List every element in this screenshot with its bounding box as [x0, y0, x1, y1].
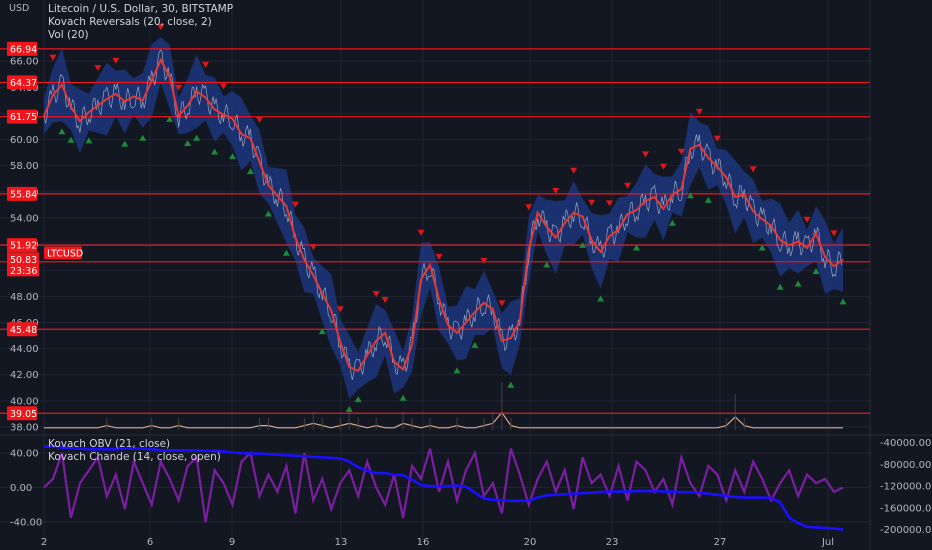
reversal-up-marker	[668, 219, 676, 226]
reversal-down-marker	[570, 167, 578, 174]
reversal-down-marker	[830, 230, 838, 237]
y-tick-label: 40.00	[10, 448, 39, 459]
symbol-tag: LTCUSD	[47, 248, 83, 259]
y-tick-label: -40.00	[10, 518, 42, 529]
reversal-up-marker	[839, 298, 847, 305]
x-tick-label: Jul	[821, 537, 834, 548]
reversal-up-marker	[507, 381, 515, 388]
reversal-up-marker	[471, 341, 479, 348]
reversal-up-marker	[704, 196, 712, 203]
reversal-down-marker	[417, 229, 425, 236]
countdown: 23:36	[10, 266, 37, 277]
x-tick-label: 20	[524, 537, 537, 548]
reversal-up-marker	[121, 140, 129, 147]
reversal-down-marker	[749, 166, 757, 173]
reversal-down-marker	[803, 216, 811, 223]
y-tick-label: 42.00	[10, 370, 39, 381]
reversal-down-marker	[435, 253, 443, 260]
reversal-up-marker	[229, 153, 237, 160]
level-tag: 39.05	[10, 409, 37, 420]
volume-bars	[44, 382, 843, 430]
level-tag: 64.37	[10, 78, 37, 89]
reversal-down-marker	[381, 297, 389, 304]
reversal-down-marker	[498, 300, 506, 307]
level-tag: 61.75	[10, 112, 37, 123]
right-tick-label: -200000.00	[880, 525, 932, 536]
reversal-down-marker	[94, 65, 102, 72]
x-tick-label: 6	[147, 537, 153, 548]
reversal-up-marker	[211, 148, 219, 155]
reversal-up-marker	[345, 405, 353, 412]
trading-chart[interactable]: 38.0040.0042.0044.0046.0048.0050.0052.00…	[0, 0, 932, 550]
right-tick-label: -80000.00	[880, 460, 931, 471]
y-tick-label: 60.00	[10, 135, 39, 146]
indicator-volume: Vol (20)	[48, 29, 89, 41]
y-tick-label: 0.00	[10, 483, 32, 494]
reversal-down-marker	[641, 151, 649, 158]
reversal-up-marker	[184, 140, 192, 146]
current-price: 50.83	[10, 255, 37, 266]
chart-title: Litecoin / U.S. Dollar, 30, BITSTAMP	[48, 3, 234, 15]
x-tick-label: 9	[229, 537, 235, 548]
currency-label: USD	[9, 3, 30, 14]
reversal-up-marker	[794, 280, 802, 287]
reversal-down-marker	[255, 116, 263, 123]
y-tick-label: 44.00	[10, 344, 39, 355]
volume-ma-line	[44, 411, 843, 429]
y-tick-label: 40.00	[10, 396, 39, 407]
indicator-chande: Kovach Chande (14, close, open)	[48, 451, 221, 463]
reversal-down-marker	[220, 83, 228, 90]
x-tick-label: 13	[335, 537, 348, 548]
reversal-up-marker	[282, 249, 290, 256]
reversal-up-marker	[453, 367, 461, 374]
pane-legend: Kovach OBV (21, close) Kovach Chande (14…	[48, 438, 221, 464]
x-tick-label: 23	[606, 537, 619, 548]
reversal-up-marker	[776, 283, 784, 290]
reversal-up-marker	[399, 394, 407, 401]
reversal-up-marker	[85, 137, 93, 144]
indicator-reversals: Kovach Reversals (20, close, 2)	[48, 16, 212, 28]
reversal-down-marker	[552, 187, 560, 194]
reversal-down-marker	[659, 163, 667, 170]
reversal-down-marker	[480, 257, 488, 264]
reversal-down-marker	[525, 204, 533, 211]
reversal-up-marker	[139, 134, 147, 141]
x-tick-label: 16	[417, 537, 430, 548]
level-tag: 51.92	[10, 241, 37, 252]
level-tag: 55.84	[10, 189, 37, 200]
reversal-up-marker	[264, 210, 272, 217]
reversal-up-marker	[58, 128, 66, 135]
right-tick-label: -40000.00	[880, 438, 931, 449]
reversal-down-marker	[695, 108, 703, 115]
y-tick-label: 48.00	[10, 292, 39, 303]
reversal-down-marker	[49, 54, 57, 61]
x-tick-label: 27	[714, 537, 727, 548]
level-tag: 66.94	[10, 44, 37, 55]
right-tick-label: -160000.00	[880, 503, 932, 514]
x-tick-label: 2	[41, 537, 47, 548]
y-tick-label: 66.00	[10, 57, 39, 68]
y-tick-label: 54.00	[10, 213, 39, 224]
reversal-up-marker	[193, 134, 201, 141]
reversal-down-marker	[202, 61, 210, 68]
reversal-down-marker	[588, 199, 596, 206]
reversal-down-marker	[624, 182, 632, 189]
indicator-obv: Kovach OBV (21, close)	[48, 438, 171, 450]
right-tick-label: -120000.00	[880, 482, 932, 493]
reversal-up-marker	[354, 396, 362, 403]
y-tick-label: 38.00	[10, 423, 39, 434]
y-tick-label: 58.00	[10, 161, 39, 172]
level-tag: 45.48	[10, 325, 37, 336]
legend: Litecoin / U.S. Dollar, 30, BITSTAMP Kov…	[48, 3, 233, 42]
